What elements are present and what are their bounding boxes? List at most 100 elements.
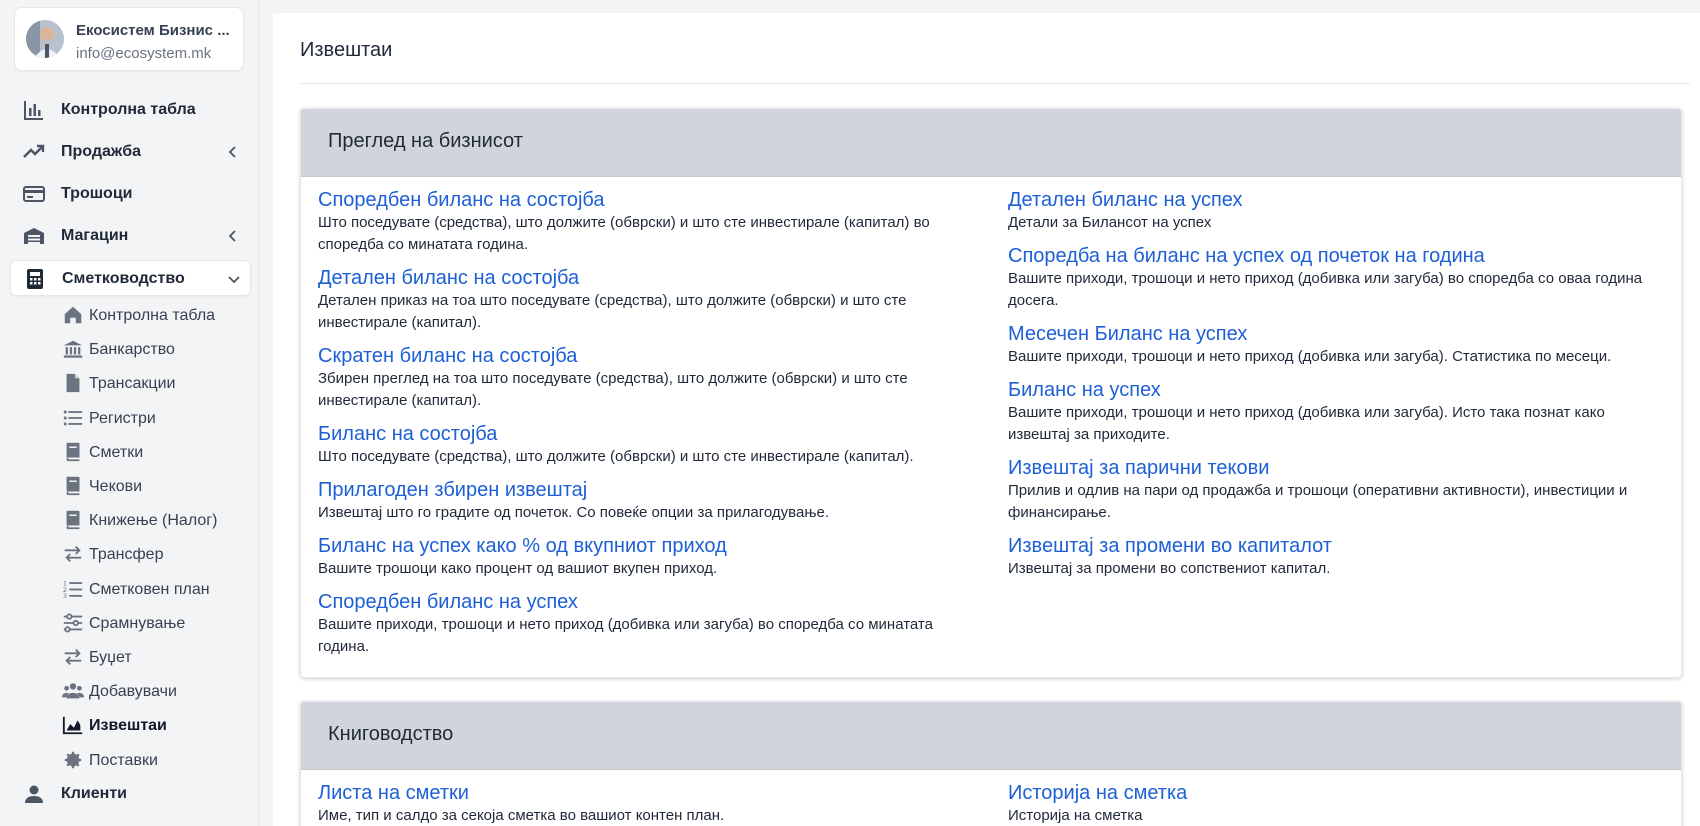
subnav-item[interactable]: Сметки: [62, 439, 252, 467]
calculator-icon: [27, 269, 43, 289]
chevron-left-icon: [228, 230, 236, 242]
subnav-item[interactable]: Регистри: [62, 405, 252, 433]
book-icon: [66, 442, 80, 461]
users-icon: [62, 683, 84, 699]
subnav-item[interactable]: Трансакции: [62, 370, 252, 398]
report-column-left: Листа на сметки Име, тип и салдо за секој…: [318, 782, 968, 826]
report-description: Што поседувате (средства), што должите (…: [318, 448, 914, 465]
subnav-item[interactable]: Буџет: [62, 644, 252, 672]
transfer-icon: [64, 546, 82, 563]
subnav-item[interactable]: Книжење (Налог): [62, 507, 252, 535]
subnav-item-label: Трансфер: [89, 546, 164, 564]
main-content: Извештаи Преглед на бизнисот Споредбен б…: [273, 13, 1700, 826]
warehouse-icon: [24, 228, 44, 244]
book-icon: [66, 476, 80, 496]
nav-clients[interactable]: Клиенти: [10, 776, 251, 812]
report-link[interactable]: Споредбен биланс на успех: [318, 591, 968, 614]
report-link[interactable]: Прилагоден збирен извештај: [318, 479, 968, 502]
nav-expenses[interactable]: Трошоци: [10, 176, 251, 212]
subnav-item[interactable]: Срамнување: [62, 610, 252, 638]
card-title: Преглед на бизнисот: [328, 130, 523, 152]
subnav-item-label: Буџет: [89, 649, 132, 666]
report-item: Историја на сметка Историја на сметка: [1008, 782, 1658, 826]
subnav-item-label: Трансакции: [89, 375, 176, 393]
report-description: Што поседувате (средства), што должите (…: [318, 214, 930, 253]
profile-email: info@ecosystem.mk: [76, 45, 212, 62]
report-column-right: Историја на сметка Историја на сметка: [1008, 782, 1658, 826]
report-link[interactable]: Историја на сметка: [1008, 782, 1658, 805]
home-icon: [64, 306, 82, 324]
card-title: Книговодство: [328, 723, 454, 745]
report-item: Месечен Биланс на успех Вашите приходи, т…: [1008, 323, 1658, 368]
subnav-item[interactable]: Трансфер: [62, 541, 252, 569]
page-title: Извештаи: [300, 39, 393, 61]
subnav-item[interactable]: Банкарство: [62, 336, 252, 364]
report-link[interactable]: Листа на сметки: [318, 782, 968, 805]
sliders-icon: [63, 613, 83, 633]
report-link[interactable]: Споредба на биланс на успех од почеток н…: [1008, 245, 1658, 268]
nav-sales-label: Продажба: [61, 143, 142, 160]
bank-icon: [63, 340, 83, 358]
svg-text:3: 3: [63, 592, 67, 600]
subnav-item-label: Срамнување: [89, 614, 186, 632]
report-description: Вашите приходи, трошоци и нето приход (д…: [1008, 270, 1643, 309]
subnav-item[interactable]: Чекови: [62, 473, 252, 501]
ordered-list-icon: 123: [63, 579, 83, 600]
report-description: Прилив и одлив на пари од продажба и тро…: [1008, 482, 1628, 521]
report-item: Споредбен биланс на состојба Што поседува…: [318, 189, 968, 256]
report-description: Детален приказ на тоа што поседувате (ср…: [318, 292, 907, 331]
subnav-item[interactable]: Контролна табла: [62, 302, 252, 330]
report-item: Биланс на состојба Што поседувате (средст…: [318, 423, 968, 468]
profile-name: Екосистем Бизнис ...: [76, 22, 230, 39]
report-link[interactable]: Споредбен биланс на состојба: [318, 189, 968, 212]
report-description: Вашите приходи, трошоци и нето приход (д…: [1008, 404, 1605, 443]
report-link[interactable]: Извештај за промени во капиталот: [1008, 535, 1658, 558]
subnav-item[interactable]: 1 2 3 Сметковен план: [62, 576, 252, 604]
business-overview-card: Преглед на бизнисот Споредбен биланс на …: [300, 108, 1682, 678]
bar-chart-icon: [24, 101, 43, 120]
subnav-item-label: Контролна табла: [89, 307, 216, 324]
report-column-right: Детален биланс на успех Детали за Билансо…: [1008, 189, 1658, 591]
report-item: Извештај за парични текови Прилив и одлив…: [1008, 457, 1658, 524]
nav-sales[interactable]: Продажба: [10, 134, 251, 170]
subnav-item-label: Банкарство: [89, 341, 175, 359]
subnav-item-label: Сметки: [89, 443, 144, 461]
report-description: Вашите приходи, трошоци и нето приход (д…: [1008, 348, 1612, 365]
list-icon: [63, 410, 83, 425]
report-description: Историја на сметка: [1008, 807, 1143, 824]
report-link[interactable]: Детален биланс на состојба: [318, 267, 968, 290]
book-icon: [66, 511, 80, 530]
card-header: Книговодство: [301, 702, 1681, 770]
chevron-down-icon: [228, 276, 240, 284]
report-link[interactable]: Месечен Биланс на успех: [1008, 323, 1658, 346]
nav-dashboard[interactable]: Контролна табла: [10, 92, 251, 128]
report-link[interactable]: Биланс на состојба: [318, 423, 968, 446]
subnav-item[interactable]: Добавувачи: [62, 678, 252, 706]
user-icon: [25, 785, 43, 803]
subnav-item-label: Книжење (Налог): [89, 512, 218, 530]
subnav-item[interactable]: Поставки: [62, 747, 252, 775]
report-link[interactable]: Биланс на успех: [1008, 379, 1658, 402]
divider: [300, 83, 1690, 84]
report-item: Детален биланс на успех Детали за Билансо…: [1008, 189, 1658, 234]
profile-card[interactable]: Екосистем Бизнис ... info@ecosystem.mk: [14, 7, 244, 71]
nav-accounting[interactable]: Сметководство: [10, 260, 251, 296]
report-link[interactable]: Биланс на успех како % од вкупниот прихо…: [318, 535, 968, 558]
report-item: Листа на сметки Име, тип и салдо за секој…: [318, 782, 968, 826]
nav-warehouse[interactable]: Магацин: [10, 218, 251, 254]
chart-area-icon: [62, 717, 83, 735]
subnav-item[interactable]: Извештаи: [62, 712, 252, 740]
report-item: Споредба на биланс на успех од почеток н…: [1008, 245, 1658, 312]
report-link[interactable]: Извештај за парични текови: [1008, 457, 1658, 480]
bookkeeping-card: Книговодство Листа на сметки Име, тип и с…: [300, 701, 1682, 826]
nav-dashboard-label: Контролна табла: [61, 101, 196, 118]
report-link[interactable]: Скратен биланс на состојба: [318, 345, 968, 368]
subnav-item-label: Поставки: [89, 751, 158, 769]
report-link[interactable]: Детален биланс на успех: [1008, 189, 1658, 212]
report-item: Споредбен биланс на успех Вашите приходи,…: [318, 591, 968, 658]
subnav-item-label: Регистри: [89, 409, 156, 427]
nav-clients-label: Клиенти: [61, 785, 127, 802]
sidebar: Екосистем Бизнис ... info@ecosystem.mk К…: [0, 0, 259, 826]
nav-warehouse-label: Магацин: [61, 227, 129, 244]
report-item: Биланс на успех како % од вкупниот прихо…: [318, 535, 968, 580]
